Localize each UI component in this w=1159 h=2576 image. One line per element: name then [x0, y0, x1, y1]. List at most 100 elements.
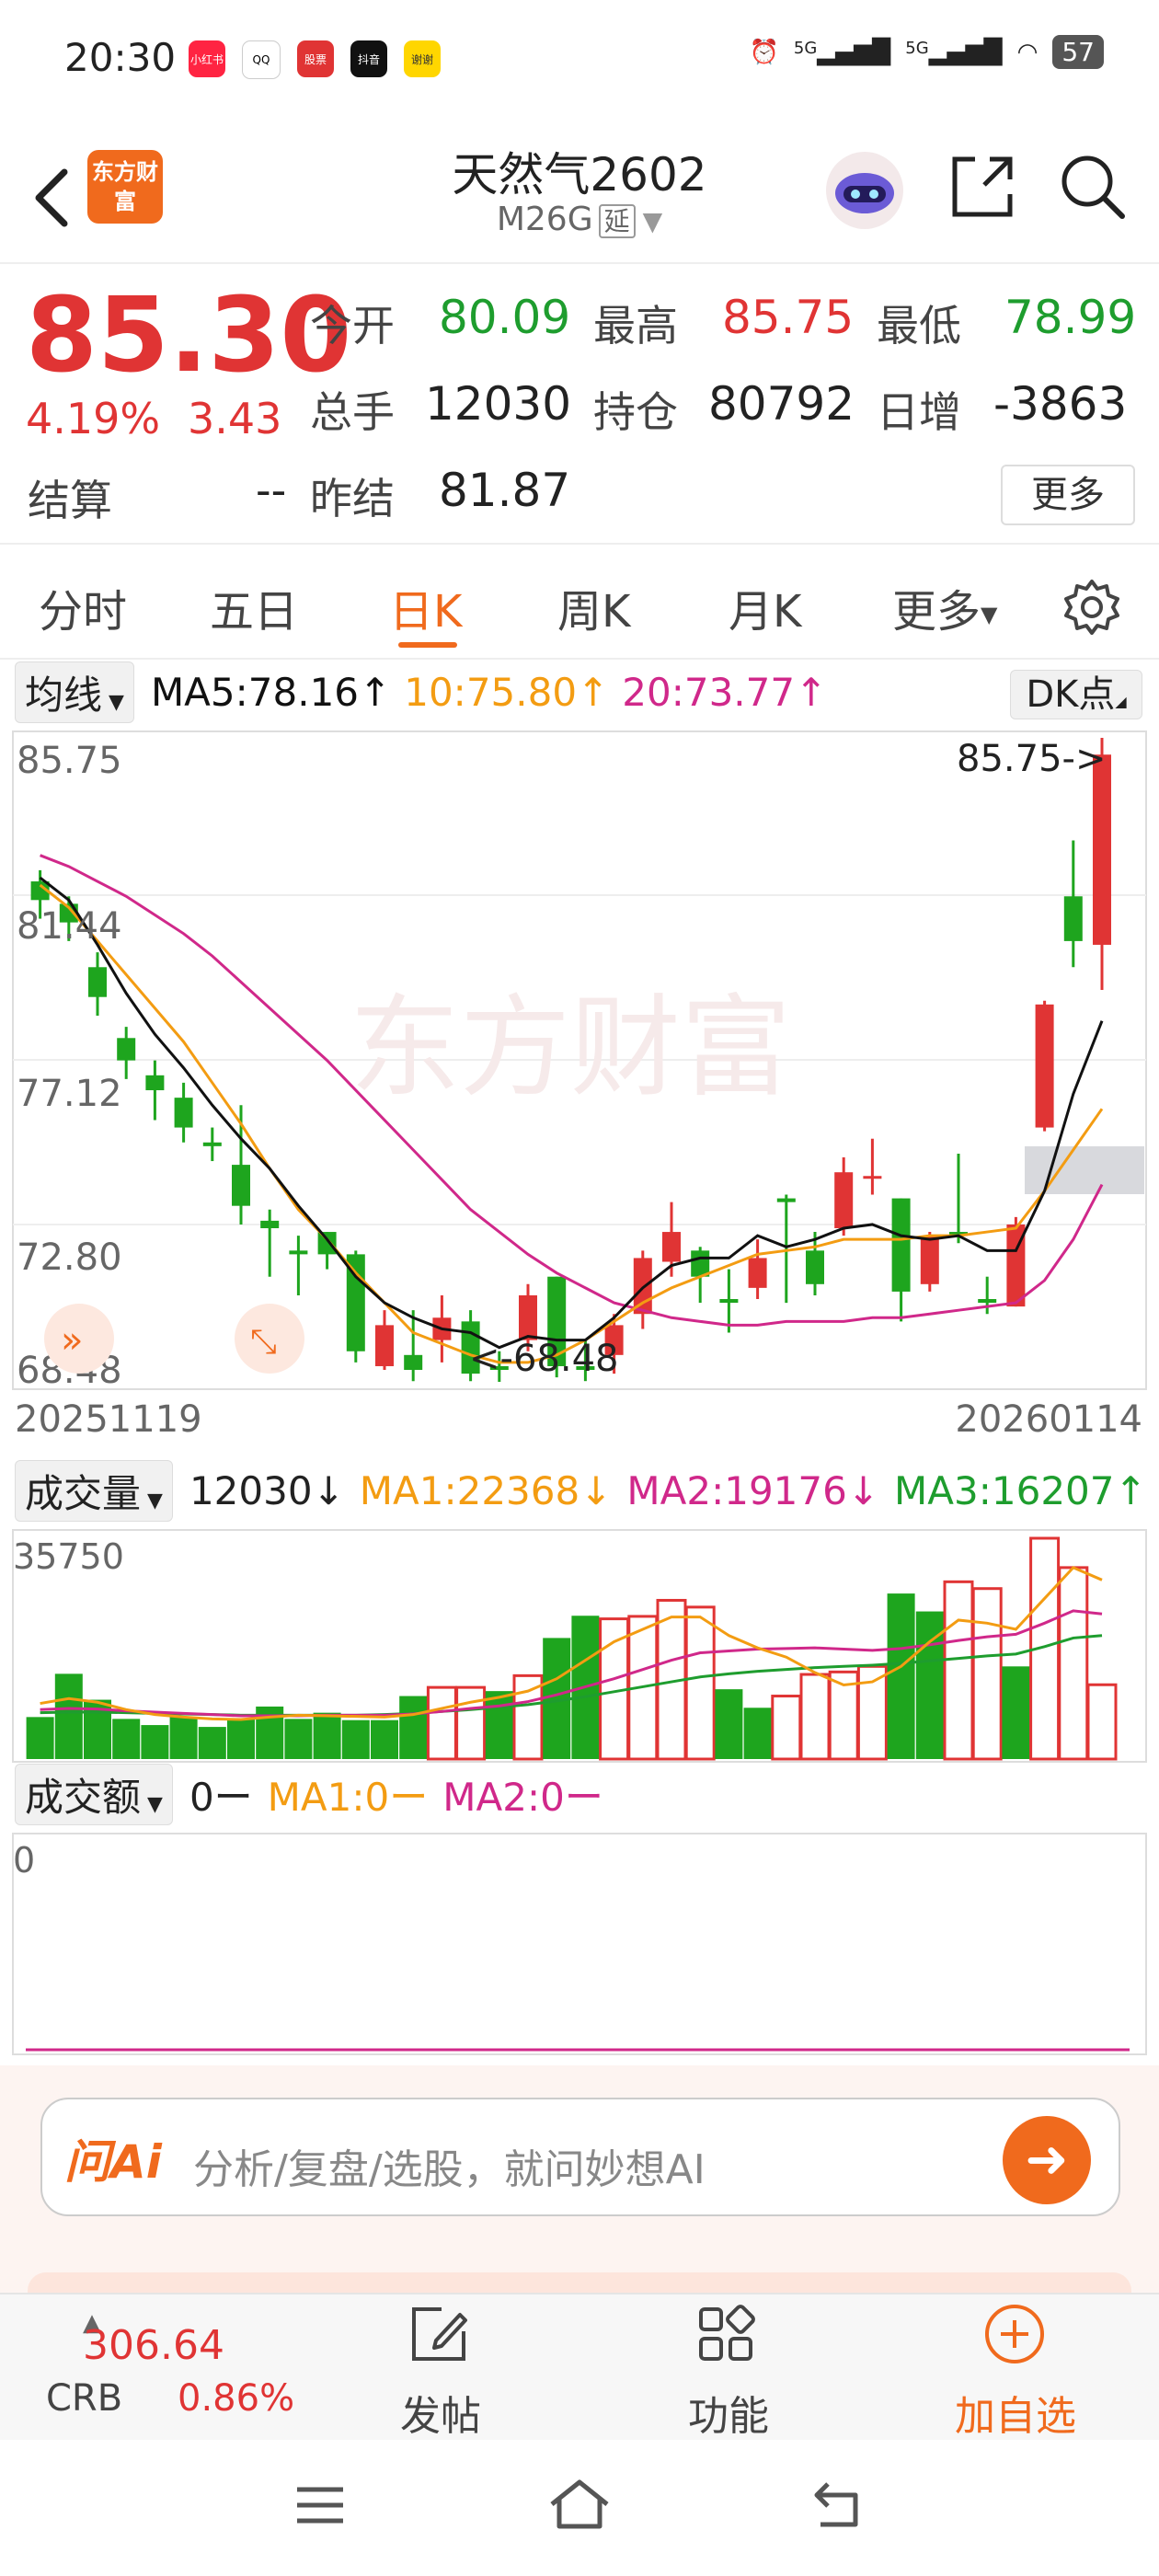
volume-bar[interactable] — [771, 1695, 802, 1761]
volume-bar[interactable] — [485, 1691, 513, 1759]
ai-send-button[interactable]: ➜ — [1003, 2116, 1091, 2204]
index-value[interactable]: 306.64 — [83, 2322, 224, 2369]
candle-body[interactable] — [776, 1198, 796, 1202]
index-change[interactable]: 0.86% — [178, 2377, 294, 2420]
amount-ma1: MA1:0ー — [267, 1774, 429, 1820]
add-watchlist-button[interactable]: 加自选 — [955, 2383, 1076, 2442]
ma5-value: MA5:78.16↑ — [150, 669, 392, 715]
volume-chart[interactable]: 35750 — [0, 1527, 1159, 1766]
vol-ma3: MA3:16207↑ — [894, 1467, 1147, 1513]
volume-bar[interactable] — [227, 1719, 255, 1759]
amount-chart[interactable]: 0 — [0, 1831, 1159, 2061]
candle-body[interactable] — [719, 1299, 739, 1304]
svg-text:»: » — [61, 1319, 83, 1362]
candle-body[interactable] — [1063, 896, 1083, 941]
candle-body[interactable] — [145, 1075, 165, 1091]
candle-body[interactable] — [863, 1176, 882, 1179]
candle-body[interactable] — [88, 967, 107, 997]
settings-icon[interactable] — [1062, 578, 1121, 637]
candle-body[interactable] — [519, 1294, 537, 1340]
candle-body[interactable] — [662, 1232, 681, 1262]
post-button[interactable]: 发帖 — [400, 2383, 481, 2442]
candle-body[interactable] — [891, 1198, 911, 1292]
edit-icon[interactable] — [408, 2304, 469, 2364]
tab-monthly-k[interactable]: 月K — [729, 575, 801, 639]
candle-body[interactable] — [978, 1299, 997, 1304]
function-button[interactable]: 功能 — [688, 2383, 769, 2442]
volume-bar[interactable] — [715, 1689, 743, 1759]
volume-bar[interactable] — [198, 1727, 226, 1759]
candle-body[interactable] — [404, 1354, 423, 1371]
volume-bar[interactable] — [112, 1719, 141, 1759]
candle-body[interactable] — [1035, 1004, 1054, 1128]
share-icon[interactable] — [947, 152, 1017, 222]
low-label: 最低 — [877, 301, 961, 351]
volume-bar[interactable] — [313, 1712, 341, 1759]
grid-icon[interactable] — [695, 2304, 756, 2364]
candle-body[interactable] — [806, 1250, 824, 1284]
candle-body[interactable] — [232, 1165, 250, 1206]
ai-robot-icon[interactable] — [823, 149, 906, 232]
candle-body[interactable] — [920, 1236, 939, 1284]
ai-placeholder[interactable]: 分析/复盘/选股，就问妙想AI — [193, 2136, 706, 2195]
kline-chart[interactable]: 东方财富 85.75 81.44 77.12 72.80 68.48 85.75… — [0, 727, 1159, 1426]
candle-body[interactable] — [748, 1258, 767, 1288]
volume-bar[interactable] — [341, 1719, 370, 1759]
candle-body[interactable] — [117, 1038, 136, 1061]
return-icon[interactable] — [809, 2477, 865, 2532]
home-icon[interactable] — [546, 2477, 613, 2532]
candle-body[interactable] — [834, 1172, 854, 1229]
candle-body[interactable] — [260, 1220, 280, 1229]
volume-bar[interactable] — [799, 1673, 831, 1761]
volume-bar[interactable] — [743, 1708, 772, 1759]
fullscreen-icon[interactable]: ⤡ — [235, 1304, 304, 1374]
dk-point-button[interactable]: DK点◢ — [1010, 670, 1142, 719]
volume-bar[interactable] — [426, 1685, 457, 1761]
candle-body[interactable] — [375, 1325, 394, 1366]
candle-body[interactable] — [174, 1098, 193, 1128]
amount-axis-max: 0 — [13, 1840, 35, 1880]
daily-increase-value: -3863 — [993, 377, 1128, 431]
candle-body[interactable] — [289, 1250, 308, 1255]
volume-bar[interactable] — [26, 1717, 54, 1759]
ma-selector[interactable]: 均线 ▼ — [15, 661, 134, 723]
volume-bar[interactable] — [169, 1717, 198, 1759]
volume-bar[interactable] — [1086, 1683, 1118, 1761]
tab-intraday[interactable]: 分时 — [39, 575, 127, 639]
volume-selector[interactable]: 成交量 ▼ — [15, 1459, 173, 1522]
tab-five-day[interactable]: 五日 — [210, 575, 298, 639]
ma-legend: 均线 ▼ MA5:78.16↑ 10:75.80↑ 20:73.77↑ — [15, 661, 828, 723]
volume-bar[interactable] — [887, 1593, 915, 1759]
volume-bar[interactable] — [141, 1725, 169, 1759]
volume-bar[interactable] — [943, 1580, 974, 1761]
add-circle-icon[interactable] — [982, 2302, 1047, 2366]
volume-bar[interactable] — [54, 1673, 83, 1759]
volume-bar[interactable] — [371, 1719, 398, 1759]
index-name[interactable]: CRB — [46, 2377, 122, 2420]
search-icon[interactable] — [1058, 152, 1128, 222]
volume-bar[interactable] — [1058, 1566, 1089, 1761]
volume-bar[interactable] — [1002, 1666, 1030, 1759]
volume-bar[interactable] — [399, 1696, 428, 1759]
candle-body[interactable] — [317, 1232, 337, 1255]
change-amount: 3.43 — [188, 394, 282, 443]
chevron-down-icon: ▼ — [981, 602, 998, 627]
candle-body[interactable] — [202, 1142, 222, 1146]
amount-selector[interactable]: 成交额 ▼ — [15, 1763, 173, 1825]
ma20-value: 20:73.77↑ — [622, 669, 828, 715]
tab-daily-k[interactable]: 日K — [389, 575, 462, 639]
volume-bar[interactable] — [684, 1605, 716, 1761]
chevron-down-icon: ▼ — [141, 1792, 163, 1816]
more-quote-button[interactable]: 更多 — [1001, 465, 1135, 525]
menu-icon[interactable] — [293, 2482, 348, 2528]
volume-bar[interactable] — [971, 1587, 1003, 1761]
chevron-down-icon[interactable]: ▼ — [643, 206, 663, 236]
volume-bar[interactable] — [455, 1685, 487, 1761]
contract-subtitle: M26G — [496, 201, 593, 238]
tab-more[interactable]: 更多▼ — [892, 575, 997, 639]
status-bar: 20:30 小红书 QQ 股票 抖音 谢谢 ⏰ 5G▂▄▆█ 5G▂▄▆█ ◠ … — [0, 0, 1159, 124]
volume-bar[interactable] — [284, 1719, 313, 1759]
candle-body[interactable] — [1093, 754, 1111, 945]
tab-weekly-k[interactable]: 周K — [557, 575, 630, 639]
expand-left-icon[interactable]: » — [44, 1304, 114, 1374]
